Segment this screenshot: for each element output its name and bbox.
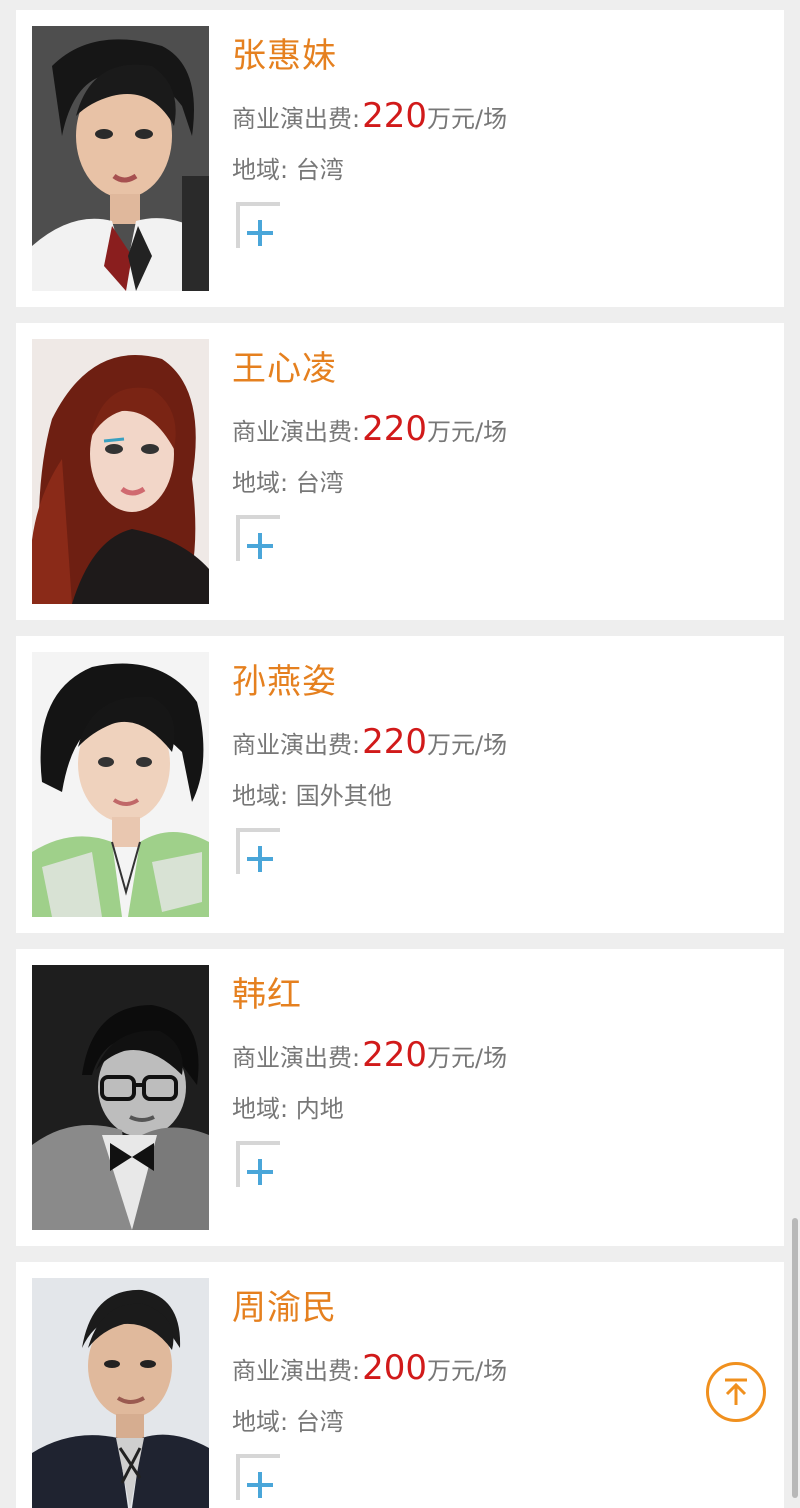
back-to-top-button[interactable]	[706, 1362, 766, 1422]
region-row: 地域: 台湾	[232, 1402, 344, 1437]
artist-photo[interactable]	[32, 652, 209, 917]
artist-name[interactable]: 韩红	[232, 967, 302, 1016]
fee-row: 商业演出费:220万元/场	[232, 722, 507, 762]
fee-price: 220	[362, 96, 427, 136]
add-plus-icon	[236, 1141, 280, 1187]
artist-name[interactable]: 张惠妹	[232, 28, 337, 77]
region-label: 地域:	[232, 1095, 289, 1123]
region-row: 地域: 国外其他	[232, 776, 392, 811]
region-value: 台湾	[295, 1408, 344, 1436]
arrow-up-to-top-icon	[725, 1378, 747, 1405]
region-label: 地域:	[232, 782, 289, 810]
add-plus-icon	[236, 202, 280, 248]
fee-unit: 万元/场	[427, 1044, 508, 1072]
region-row: 地域: 内地	[232, 1089, 344, 1124]
region-value: 台湾	[295, 469, 344, 497]
add-button[interactable]	[236, 515, 286, 565]
fee-row: 商业演出费:220万元/场	[232, 1035, 507, 1075]
region-row: 地域: 台湾	[232, 463, 344, 498]
artist-photo[interactable]	[32, 339, 209, 604]
artist-photo[interactable]	[32, 965, 209, 1230]
artist-photo[interactable]	[32, 1278, 209, 1508]
region-row: 地域: 台湾	[232, 150, 344, 185]
add-button[interactable]	[236, 202, 286, 252]
artist-name[interactable]: 孙燕姿	[232, 654, 337, 703]
region-label: 地域:	[232, 156, 289, 184]
artist-card[interactable]: 韩红 商业演出费:220万元/场 地域: 内地	[16, 949, 784, 1246]
fee-label: 商业演出费:	[232, 731, 361, 759]
fee-price: 220	[362, 722, 427, 762]
fee-price: 200	[362, 1348, 427, 1388]
region-value: 国外其他	[295, 782, 392, 810]
fee-unit: 万元/场	[427, 418, 508, 446]
fee-unit: 万元/场	[427, 731, 508, 759]
fee-label: 商业演出费:	[232, 418, 361, 446]
fee-price: 220	[362, 409, 427, 449]
artist-photo[interactable]	[32, 26, 209, 291]
artist-name[interactable]: 王心凌	[232, 341, 337, 390]
artist-list: 张惠妹 商业演出费:220万元/场 地域: 台湾 王心凌 商业演出费:220万元…	[0, 0, 800, 1508]
scrollbar[interactable]	[792, 1218, 798, 1498]
region-label: 地域:	[232, 1408, 289, 1436]
artist-card[interactable]: 张惠妹 商业演出费:220万元/场 地域: 台湾	[16, 10, 784, 307]
fee-label: 商业演出费:	[232, 1357, 361, 1385]
fee-label: 商业演出费:	[232, 1044, 361, 1072]
add-plus-icon	[236, 1454, 280, 1500]
fee-row: 商业演出费:220万元/场	[232, 409, 507, 449]
fee-label: 商业演出费:	[232, 105, 361, 133]
fee-unit: 万元/场	[427, 105, 508, 133]
region-value: 台湾	[295, 156, 344, 184]
region-value: 内地	[295, 1095, 344, 1123]
artist-name[interactable]: 周渝民	[232, 1280, 337, 1329]
fee-unit: 万元/场	[427, 1357, 508, 1385]
add-button[interactable]	[236, 1454, 286, 1504]
add-plus-icon	[236, 828, 280, 874]
artist-card[interactable]: 孙燕姿 商业演出费:220万元/场 地域: 国外其他	[16, 636, 784, 933]
add-button[interactable]	[236, 828, 286, 878]
fee-row: 商业演出费:220万元/场	[232, 96, 507, 136]
fee-row: 商业演出费:200万元/场	[232, 1348, 507, 1388]
region-label: 地域:	[232, 469, 289, 497]
artist-card[interactable]: 王心凌 商业演出费:220万元/场 地域: 台湾	[16, 323, 784, 620]
add-button[interactable]	[236, 1141, 286, 1191]
fee-price: 220	[362, 1035, 427, 1075]
artist-card[interactable]: 周渝民 商业演出费:200万元/场 地域: 台湾	[16, 1262, 784, 1508]
add-plus-icon	[236, 515, 280, 561]
